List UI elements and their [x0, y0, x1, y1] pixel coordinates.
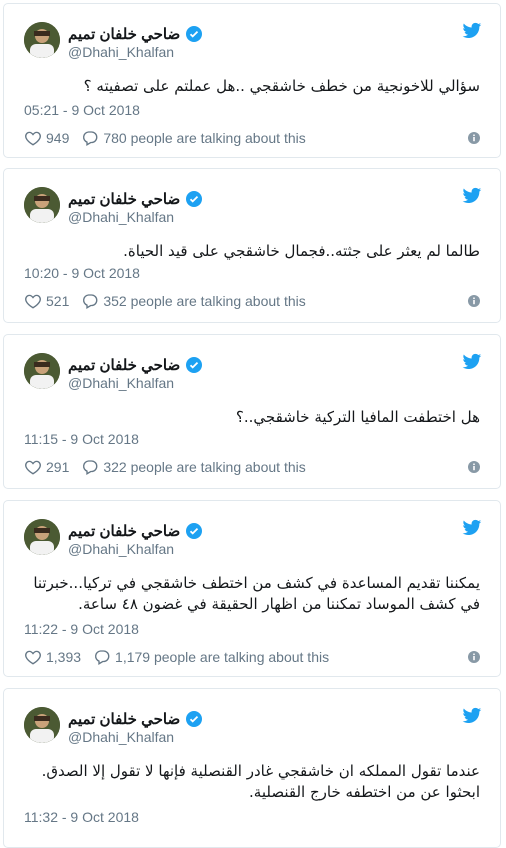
- tweet-text: عندما تقول المملكه ان خاشقجي غادر القنصل…: [41, 762, 480, 801]
- tweet-card[interactable]: ضاحي خلفان تميم @Dhahi_Khalfan يمكننا تق…: [3, 500, 501, 677]
- verified-badge-icon: [186, 523, 203, 539]
- twitter-bird-icon[interactable]: [462, 353, 482, 371]
- user-handle[interactable]: @Dhahi_Khalfan: [68, 44, 174, 60]
- speech-bubble-icon: [83, 131, 98, 146]
- twitter-bird-icon[interactable]: [462, 519, 482, 537]
- like-count: 949: [46, 130, 70, 146]
- heart-icon: [25, 131, 41, 146]
- verified-badge-icon: [186, 26, 203, 42]
- avatar[interactable]: [24, 519, 60, 555]
- talking-count: 322 people are talking about this: [103, 459, 306, 475]
- display-name[interactable]: ضاحي خلفان تميم: [68, 710, 180, 728]
- reply-button[interactable]: 780 people are talking about this: [81, 129, 306, 147]
- heart-icon: [25, 460, 41, 475]
- avatar[interactable]: [24, 707, 60, 743]
- verified-badge-icon: [186, 191, 203, 207]
- like-count: 1,393: [46, 649, 82, 665]
- info-icon[interactable]: [468, 295, 480, 307]
- tweet-timestamp[interactable]: 05:21 - 9 Oct 2018: [24, 102, 140, 118]
- reply-button[interactable]: 352 people are talking about this: [81, 292, 306, 310]
- tweet-card[interactable]: ضاحي خلفان تميم @Dhahi_Khalfan عندما تقو…: [3, 688, 501, 848]
- like-button[interactable]: 1,393: [24, 648, 81, 666]
- talking-count: 1,179 people are talking about this: [115, 649, 330, 665]
- user-handle[interactable]: @Dhahi_Khalfan: [68, 541, 174, 557]
- tweet-timestamp[interactable]: 11:32 - 9 Oct 2018: [24, 809, 139, 825]
- verified-badge-icon: [186, 711, 203, 727]
- verified-badge-icon: [186, 357, 203, 373]
- avatar[interactable]: [24, 187, 60, 223]
- speech-bubble-icon: [83, 294, 98, 309]
- display-name[interactable]: ضاحي خلفان تميم: [68, 190, 180, 208]
- speech-bubble-icon: [83, 460, 98, 475]
- twitter-bird-icon[interactable]: [462, 707, 482, 725]
- tweet-card[interactable]: ضاحي خلفان تميم @Dhahi_Khalfan سؤالي للا…: [3, 3, 501, 158]
- tweet-text: سؤالي للاخونجية من خطف خاشقجي ..هل عملتم…: [83, 77, 480, 95]
- tweet-text: طالما لم يعثر على جثته..فجمال خاشقجي على…: [123, 242, 480, 260]
- heart-icon: [25, 294, 41, 309]
- tweet-text: يمكننا تقديم المساعدة في كشف من اختطف خا…: [33, 574, 480, 613]
- tweet-card[interactable]: ضاحي خلفان تميم @Dhahi_Khalfan طالما لم …: [3, 168, 501, 323]
- like-count: 521: [46, 293, 70, 309]
- tweet-text: هل اختطفت المافيا التركية خاشقجي..؟: [235, 408, 480, 426]
- tweet-timestamp[interactable]: 11:22 - 9 Oct 2018: [24, 621, 139, 637]
- info-icon[interactable]: [468, 651, 480, 663]
- display-name[interactable]: ضاحي خلفان تميم: [68, 522, 180, 540]
- display-name[interactable]: ضاحي خلفان تميم: [68, 25, 180, 43]
- twitter-bird-icon[interactable]: [462, 22, 482, 40]
- tweet-timestamp[interactable]: 11:15 - 9 Oct 2018: [24, 431, 139, 447]
- like-button[interactable]: 291: [24, 458, 69, 476]
- like-count: 291: [46, 459, 70, 475]
- like-button[interactable]: 949: [24, 129, 69, 147]
- user-handle[interactable]: @Dhahi_Khalfan: [68, 209, 174, 225]
- tweet-card[interactable]: ضاحي خلفان تميم @Dhahi_Khalfan هل اختطفت…: [3, 334, 501, 489]
- reply-button[interactable]: 1,179 people are talking about this: [93, 648, 329, 666]
- like-button[interactable]: 521: [24, 292, 69, 310]
- user-handle[interactable]: @Dhahi_Khalfan: [68, 375, 174, 391]
- heart-icon: [25, 650, 41, 665]
- talking-count: 352 people are talking about this: [103, 293, 306, 309]
- speech-bubble-icon: [95, 650, 110, 665]
- twitter-bird-icon[interactable]: [462, 187, 482, 205]
- user-handle[interactable]: @Dhahi_Khalfan: [68, 729, 174, 745]
- reply-button[interactable]: 322 people are talking about this: [81, 458, 306, 476]
- avatar[interactable]: [24, 22, 60, 58]
- display-name[interactable]: ضاحي خلفان تميم: [68, 356, 180, 374]
- tweet-timestamp[interactable]: 10:20 - 9 Oct 2018: [24, 265, 140, 281]
- talking-count: 780 people are talking about this: [103, 130, 306, 146]
- info-icon[interactable]: [468, 461, 480, 473]
- info-icon[interactable]: [468, 132, 480, 144]
- avatar[interactable]: [24, 353, 60, 389]
